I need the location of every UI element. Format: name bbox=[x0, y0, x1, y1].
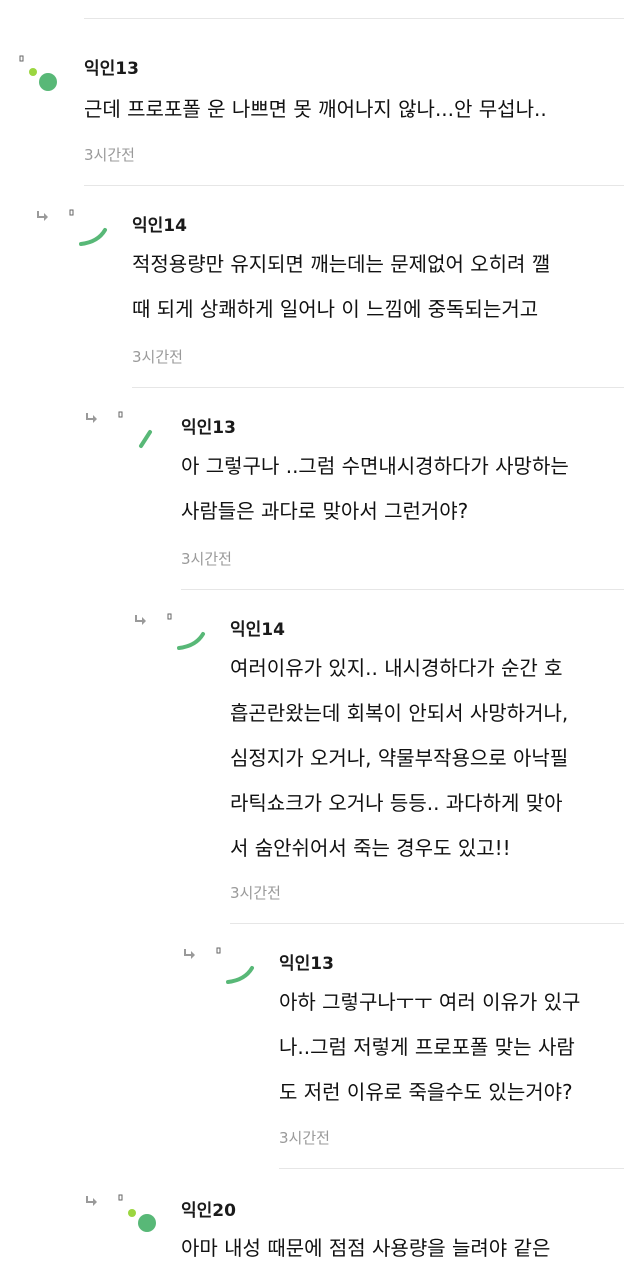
divider bbox=[181, 589, 624, 590]
comment-author[interactable]: 익인13 bbox=[181, 413, 236, 438]
comment-text: 적정용량만 유지되면 깨는데는 문제없어 오히려 깰 때 되게 상쾌하게 일어나… bbox=[132, 242, 550, 332]
comment-time: 3시간전 bbox=[230, 884, 281, 902]
comment-text-line: 근데 프로포폴 운 나쁘면 못 깨어나지 않나...안 무섭나.. bbox=[84, 97, 547, 121]
comment-time: 3시간전 bbox=[181, 550, 232, 568]
avatar-icon bbox=[118, 411, 152, 448]
reply-arrow-icon bbox=[184, 949, 195, 959]
comment-text: 아마 내성 때문에 점점 사용량을 늘려야 같은 bbox=[181, 1226, 550, 1271]
comment-text-line: 라틱쇼크가 오거나 등등.. 과다하게 맞아 bbox=[230, 791, 563, 815]
comment-time: 3시간전 bbox=[84, 146, 135, 164]
divider bbox=[230, 923, 624, 924]
comment-author[interactable]: 익인13 bbox=[279, 949, 334, 974]
reply-arrow-icon bbox=[86, 413, 97, 423]
divider bbox=[279, 1168, 624, 1169]
divider bbox=[84, 18, 624, 19]
comment-text-line: 사람들은 과다로 맞아서 그런거야? bbox=[181, 499, 469, 523]
comment-author[interactable]: 익인14 bbox=[132, 211, 187, 236]
comment-text-line: 적정용량만 유지되면 깨는데는 문제없어 오히려 깰 bbox=[132, 252, 551, 276]
comment-text-line: 아하 그렇구나ㅜㅜ 여러 이유가 있구 bbox=[279, 990, 581, 1014]
comment-author[interactable]: 익인20 bbox=[181, 1196, 236, 1221]
comment-text: 근데 프로포폴 운 나쁘면 못 깨어나지 않나...안 무섭나.. bbox=[84, 87, 547, 132]
comment-text: 여러이유가 있지.. 내시경하다가 순간 호 흡곤란왔는데 회복이 안되서 사망… bbox=[230, 646, 568, 871]
comment-text-line: 흡곤란왔는데 회복이 안되서 사망하거나, bbox=[230, 701, 569, 725]
reply-arrow-icon bbox=[86, 1196, 97, 1206]
comment-text-line: 도 저런 이유로 죽을수도 있는거야? bbox=[279, 1080, 573, 1104]
comment-text-line: 나..그럼 저렇게 프로포폴 맞는 사람 bbox=[279, 1035, 575, 1059]
comment-text-line: 아마 내성 때문에 점점 사용량을 늘려야 같은 bbox=[181, 1236, 551, 1260]
comment-author[interactable]: 익인13 bbox=[84, 54, 139, 79]
comment-time: 3시간전 bbox=[279, 1129, 330, 1147]
comment-text-line: 서 숨안쉬어서 죽는 경우도 있고!! bbox=[230, 836, 511, 860]
divider bbox=[132, 387, 624, 388]
reply-arrow-icon bbox=[135, 615, 146, 625]
comment-text-line: 아 그렇구나 ..그럼 수면내시경하다가 사망하는 bbox=[181, 454, 569, 478]
comment-text: 아 그렇구나 ..그럼 수면내시경하다가 사망하는 사람들은 과다로 맞아서 그… bbox=[181, 444, 569, 534]
comment-text-line: 때 되게 상쾌하게 일어나 이 느낌에 중독되는거고 bbox=[132, 297, 539, 321]
comment-author[interactable]: 익인14 bbox=[230, 615, 285, 640]
avatar-icon bbox=[118, 1194, 156, 1232]
comment-text-line: 여러이유가 있지.. 내시경하다가 순간 호 bbox=[230, 656, 563, 680]
divider bbox=[84, 185, 624, 186]
avatar-icon bbox=[19, 55, 57, 91]
avatar-icon bbox=[167, 613, 205, 650]
avatar-icon bbox=[69, 209, 107, 246]
comment-time: 3시간전 bbox=[132, 348, 183, 366]
comment-text-line: 심정지가 오거나, 약물부작용으로 아낙필 bbox=[230, 746, 569, 770]
comment-text: 아하 그렇구나ㅜㅜ 여러 이유가 있구 나..그럼 저렇게 프로포폴 맞는 사람… bbox=[279, 980, 580, 1115]
reply-arrow-icon bbox=[37, 211, 48, 221]
avatar-icon bbox=[216, 947, 254, 984]
